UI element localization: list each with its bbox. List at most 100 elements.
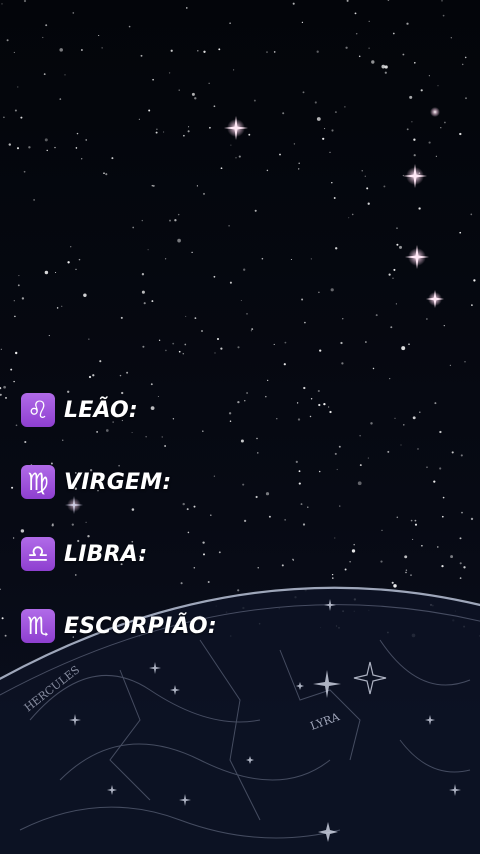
star-dot	[344, 106, 346, 108]
star-dot	[406, 22, 409, 25]
star-dot	[470, 517, 474, 521]
star-dot	[389, 378, 391, 380]
star-dot	[14, 315, 16, 318]
sign-row-leo: ♌ LEÃO:	[21, 392, 341, 428]
star-dot	[444, 121, 446, 124]
star-dot	[161, 436, 163, 438]
star-dot	[361, 170, 363, 172]
star-dot	[257, 452, 259, 454]
star-dot	[358, 55, 361, 58]
sign-label-leo: LEÃO:	[64, 397, 138, 423]
star-dot	[405, 571, 407, 574]
star-dot	[399, 245, 402, 249]
star-dot	[344, 568, 347, 571]
star-dot	[304, 321, 306, 324]
video-frame: LYRA HERCULES ♌ LEÃO: ♍ VIRGEM: ♎ LIBRA:…	[0, 0, 480, 854]
star-dot	[334, 111, 337, 114]
star-dot	[201, 330, 203, 332]
star-dot	[405, 569, 408, 571]
star-dot	[194, 97, 197, 100]
star-dot	[330, 288, 334, 292]
star-dot	[16, 147, 20, 150]
star-dot	[44, 270, 49, 275]
star-dot	[471, 304, 473, 306]
star-dot	[85, 521, 87, 524]
star-dot	[213, 275, 216, 278]
star-dot	[191, 251, 193, 254]
star-dot	[88, 375, 92, 379]
star-dot	[42, 36, 44, 39]
star-dot	[152, 184, 155, 187]
star-dot	[187, 531, 190, 534]
star-dot	[345, 46, 348, 49]
star-dot	[185, 315, 187, 317]
star-dot	[412, 538, 414, 540]
star-dot	[473, 279, 476, 282]
star-dot	[331, 573, 334, 576]
star-dot	[13, 51, 15, 53]
libra-icon: ♎	[21, 537, 55, 571]
star-dot	[1, 617, 4, 620]
sign-row-scorpio: ♏ ESCORPIÃO:	[21, 608, 341, 644]
star-dot	[184, 343, 187, 346]
star-dot	[96, 431, 98, 433]
star-dot	[229, 22, 231, 24]
star-dot	[303, 386, 306, 390]
star-dot	[141, 290, 145, 294]
star-dot	[300, 503, 303, 506]
sign-label-virgo: VIRGEM:	[64, 469, 172, 495]
star-dot	[14, 109, 17, 112]
sign-label-libra: LIBRA:	[64, 541, 148, 567]
star-dot	[414, 62, 416, 64]
star-dot	[396, 243, 399, 246]
star-dot	[216, 337, 220, 341]
star-dot	[442, 496, 445, 499]
star-dot	[23, 170, 26, 173]
star-dot	[210, 514, 212, 516]
star-dot	[143, 302, 146, 305]
star-dot	[295, 460, 298, 464]
star-dot	[229, 281, 232, 284]
star-dot	[132, 226, 135, 229]
star-dot	[459, 577, 462, 579]
star-dot	[307, 506, 309, 508]
star-dot	[218, 48, 221, 51]
star-dot	[301, 21, 304, 24]
star-dot	[464, 56, 467, 59]
star-dot	[450, 37, 452, 39]
star-dot	[394, 417, 396, 419]
star-dot	[375, 314, 378, 317]
star-dot	[401, 346, 406, 351]
star-dot	[213, 105, 216, 108]
star-dot	[418, 207, 421, 210]
star-dot	[310, 258, 312, 260]
star-dot	[193, 505, 196, 508]
star-dot	[335, 247, 338, 250]
star-dot	[284, 519, 286, 521]
star-dot	[426, 318, 428, 320]
star-dot	[0, 348, 2, 350]
star-dot	[72, 12, 75, 14]
star-dot	[338, 445, 341, 448]
star-dot	[17, 284, 20, 287]
star-dot	[391, 581, 394, 584]
star-dot	[290, 258, 292, 261]
star-dot	[142, 345, 145, 348]
star-dot	[359, 464, 362, 467]
star-dot	[178, 89, 180, 91]
star-dot	[140, 54, 143, 57]
star-dot	[359, 435, 361, 437]
star-dot	[64, 74, 66, 76]
star-dot	[371, 60, 375, 64]
star-dot	[105, 173, 108, 176]
star-dot	[408, 343, 410, 345]
star-dot	[414, 523, 418, 526]
star-dot	[409, 95, 413, 99]
star-dot	[148, 109, 151, 112]
star-dot	[463, 566, 466, 569]
star-dot	[220, 347, 223, 350]
star-dot	[450, 555, 454, 559]
star-dot	[14, 351, 18, 355]
star-dot	[243, 268, 246, 271]
star-dot	[351, 213, 354, 216]
